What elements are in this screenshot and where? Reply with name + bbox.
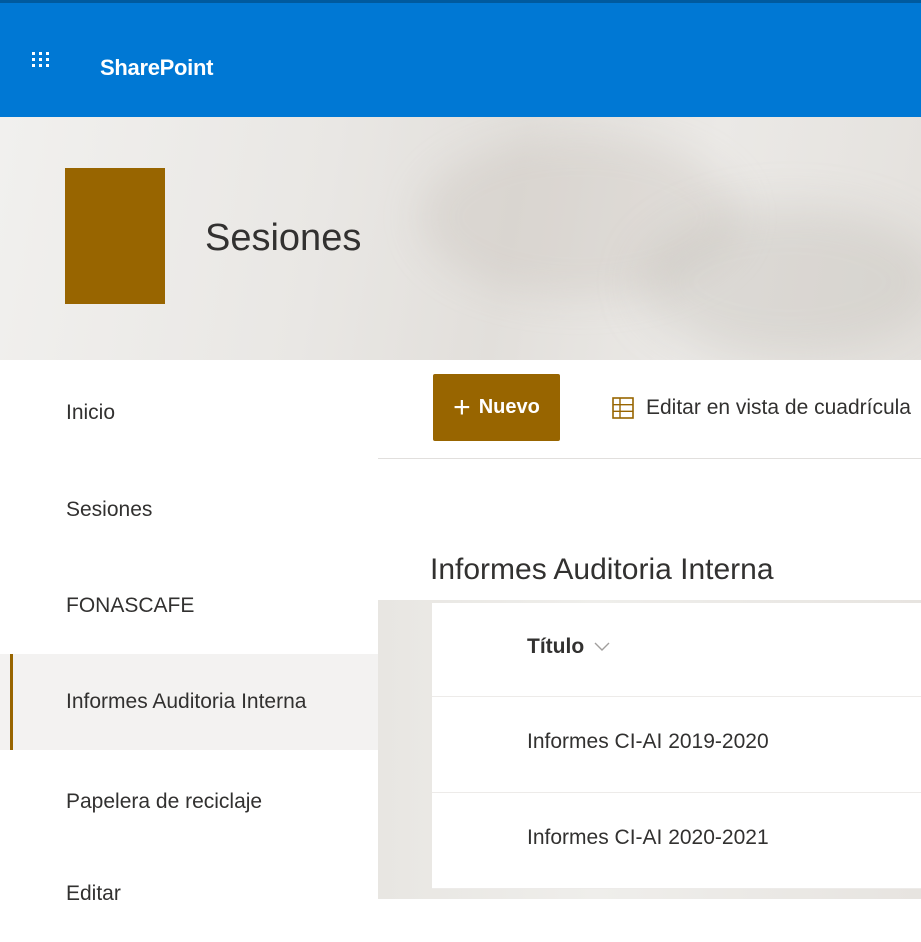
nav-item-label: Editar [66,882,121,905]
list-row[interactable]: Informes CI-AI 2019-2020 [432,697,921,793]
list-header: Título [432,603,921,697]
app-launcher-icon[interactable] [32,52,54,68]
edit-grid-view-label: Editar en vista de cuadrícula [646,395,911,419]
edit-grid-view-button[interactable]: Editar en vista de cuadrícula [612,374,911,441]
nav-item-fonascafe[interactable]: FONASCAFE [0,558,378,654]
nav-item-label: Informes Auditoria Interna [66,690,307,713]
list-title[interactable]: Informes Auditoria Interna [430,553,774,587]
new-button-label: Nuevo [478,396,540,418]
nav-selection-indicator [10,654,13,750]
list-row-title[interactable]: Informes CI-AI 2019-2020 [527,730,769,754]
column-header-label: Título [527,635,585,658]
nav-item-sesiones[interactable]: Sesiones [0,462,378,558]
suite-bar: SharePoint [0,0,921,117]
nav-item-label: FONASCAFE [66,594,195,617]
nav-item-label: Inicio [66,401,116,424]
header-background-image-shade [640,207,921,357]
main-content: + Nuevo Editar en vista de cuadrícula In… [378,360,921,899]
nav-item-label: Papelera de reciclaje [66,790,263,813]
new-button[interactable]: + Nuevo [433,374,560,441]
command-bar: + Nuevo Editar en vista de cuadrícula [378,360,921,459]
column-header-titulo[interactable]: Título [527,635,610,659]
chevron-down-icon [594,642,610,651]
nav-item-papelera-de-reciclaje[interactable]: Papelera de reciclaje [0,754,378,850]
list-row[interactable]: Informes CI-AI 2020-2021 [432,793,921,889]
nav-item-editar[interactable]: Editar [0,846,378,942]
grid-edit-icon [612,396,634,419]
list-row-title[interactable]: Informes CI-AI 2020-2021 [527,826,769,850]
site-title[interactable]: Sesiones [205,217,361,260]
nav-item-informes-auditoria-interna[interactable]: Informes Auditoria Interna [0,654,378,750]
site-header: Sesiones [0,117,921,360]
list-view: Título Informes CI-AI 2019-2020 Informes… [432,603,921,889]
plus-icon: + [453,390,471,424]
left-navigation: Inicio Sesiones FONASCAFE Informes Audit… [0,360,378,905]
site-logo[interactable] [65,168,165,304]
nav-item-inicio[interactable]: Inicio [0,365,378,461]
suite-app-name[interactable]: SharePoint [100,55,213,81]
nav-item-label: Sesiones [66,498,153,521]
